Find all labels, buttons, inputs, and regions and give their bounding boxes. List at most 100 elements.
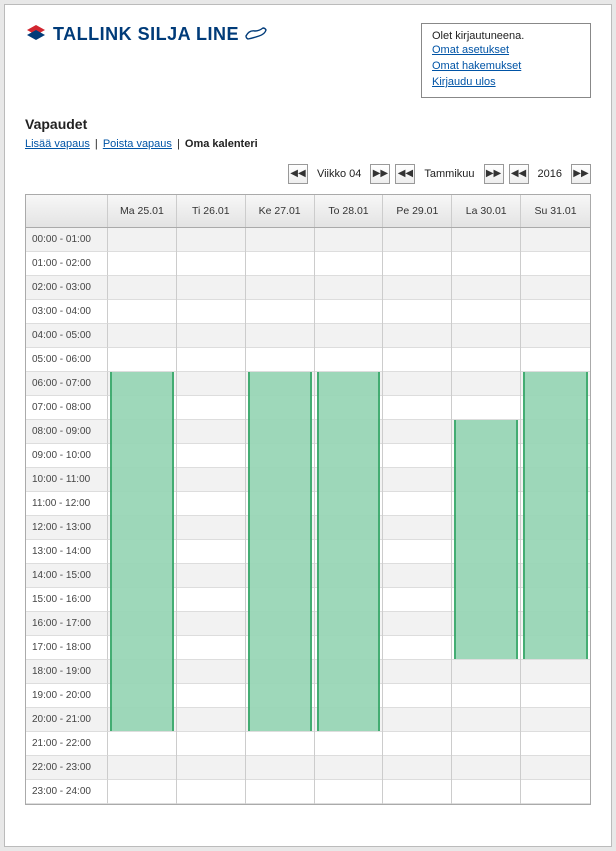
calendar-cell[interactable]: [108, 228, 176, 252]
calendar-cell[interactable]: [246, 732, 314, 756]
calendar-cell[interactable]: [177, 684, 245, 708]
calendar-cell[interactable]: [246, 300, 314, 324]
calendar-cell[interactable]: [177, 780, 245, 804]
calendar-cell[interactable]: [246, 780, 314, 804]
calendar-cell[interactable]: [452, 684, 520, 708]
calendar-cell[interactable]: [177, 636, 245, 660]
calendar-cell[interactable]: [452, 348, 520, 372]
calendar-cell[interactable]: [521, 324, 590, 348]
calendar-cell[interactable]: [177, 708, 245, 732]
calendar-cell[interactable]: [108, 276, 176, 300]
calendar-cell[interactable]: [521, 276, 590, 300]
calendar-cell[interactable]: [315, 252, 383, 276]
calendar-cell[interactable]: [177, 540, 245, 564]
calendar-cell[interactable]: [383, 732, 451, 756]
calendar-cell[interactable]: [383, 396, 451, 420]
calendar-cell[interactable]: [177, 420, 245, 444]
link-logout[interactable]: Kirjaudu ulos: [432, 75, 580, 91]
calendar-cell[interactable]: [452, 252, 520, 276]
calendar-cell[interactable]: [177, 324, 245, 348]
calendar-cell[interactable]: [521, 780, 590, 804]
calendar-cell[interactable]: [521, 228, 590, 252]
calendar-cell[interactable]: [177, 444, 245, 468]
calendar-cell[interactable]: [452, 372, 520, 396]
calendar-cell[interactable]: [177, 372, 245, 396]
calendar-cell[interactable]: [383, 588, 451, 612]
link-remove-vacancy[interactable]: Poista vapaus: [103, 138, 172, 150]
calendar-cell[interactable]: [383, 228, 451, 252]
calendar-cell[interactable]: [521, 732, 590, 756]
calendar-cell[interactable]: [383, 684, 451, 708]
calendar-cell[interactable]: [315, 348, 383, 372]
calendar-cell[interactable]: [383, 420, 451, 444]
calendar-cell[interactable]: [108, 252, 176, 276]
calendar-cell[interactable]: [383, 660, 451, 684]
week-next-button[interactable]: ▶▶: [370, 164, 390, 184]
calendar-cell[interactable]: [383, 468, 451, 492]
calendar-cell[interactable]: [383, 276, 451, 300]
calendar-cell[interactable]: [108, 780, 176, 804]
calendar-cell[interactable]: [521, 756, 590, 780]
calendar-cell[interactable]: [521, 252, 590, 276]
calendar-cell[interactable]: [246, 324, 314, 348]
calendar-cell[interactable]: [521, 348, 590, 372]
calendar-cell[interactable]: [383, 300, 451, 324]
calendar-cell[interactable]: [177, 468, 245, 492]
calendar-cell[interactable]: [177, 564, 245, 588]
calendar-cell[interactable]: [383, 756, 451, 780]
calendar-cell[interactable]: [452, 300, 520, 324]
calendar-cell[interactable]: [315, 732, 383, 756]
calendar-cell[interactable]: [383, 612, 451, 636]
calendar-cell[interactable]: [452, 732, 520, 756]
calendar-cell[interactable]: [383, 252, 451, 276]
calendar-cell[interactable]: [315, 300, 383, 324]
calendar-cell[interactable]: [383, 564, 451, 588]
calendar-cell[interactable]: [383, 324, 451, 348]
calendar-cell[interactable]: [452, 396, 520, 420]
calendar-cell[interactable]: [246, 756, 314, 780]
calendar-cell[interactable]: [177, 348, 245, 372]
calendar-event[interactable]: [248, 372, 312, 731]
month-prev-button[interactable]: ◀◀: [395, 164, 415, 184]
calendar-cell[interactable]: [177, 396, 245, 420]
calendar-cell[interactable]: [246, 228, 314, 252]
calendar-cell[interactable]: [452, 780, 520, 804]
calendar-cell[interactable]: [521, 684, 590, 708]
calendar-cell[interactable]: [383, 372, 451, 396]
calendar-event[interactable]: [454, 420, 518, 659]
calendar-cell[interactable]: [383, 348, 451, 372]
calendar-cell[interactable]: [246, 348, 314, 372]
calendar-cell[interactable]: [108, 324, 176, 348]
calendar-cell[interactable]: [315, 324, 383, 348]
calendar-cell[interactable]: [108, 348, 176, 372]
calendar-cell[interactable]: [108, 732, 176, 756]
calendar-cell[interactable]: [315, 780, 383, 804]
calendar-cell[interactable]: [315, 228, 383, 252]
calendar-cell[interactable]: [177, 732, 245, 756]
calendar-cell[interactable]: [521, 300, 590, 324]
calendar-cell[interactable]: [177, 588, 245, 612]
link-settings[interactable]: Omat asetukset: [432, 43, 580, 59]
calendar-cell[interactable]: [452, 324, 520, 348]
calendar-cell[interactable]: [246, 252, 314, 276]
calendar-event[interactable]: [317, 372, 381, 731]
year-prev-button[interactable]: ◀◀: [509, 164, 529, 184]
calendar-cell[interactable]: [246, 276, 314, 300]
calendar-cell[interactable]: [452, 756, 520, 780]
calendar-cell[interactable]: [383, 780, 451, 804]
calendar-cell[interactable]: [452, 660, 520, 684]
calendar-cell[interactable]: [177, 252, 245, 276]
calendar-cell[interactable]: [383, 492, 451, 516]
calendar-cell[interactable]: [452, 708, 520, 732]
calendar-cell[interactable]: [452, 276, 520, 300]
calendar-cell[interactable]: [383, 444, 451, 468]
calendar-cell[interactable]: [108, 756, 176, 780]
calendar-cell[interactable]: [521, 660, 590, 684]
calendar-cell[interactable]: [108, 300, 176, 324]
calendar-event[interactable]: [523, 372, 588, 659]
month-next-button[interactable]: ▶▶: [484, 164, 504, 184]
link-add-vacancy[interactable]: Lisää vapaus: [25, 138, 90, 150]
calendar-cell[interactable]: [177, 756, 245, 780]
week-prev-button[interactable]: ◀◀: [288, 164, 308, 184]
calendar-cell[interactable]: [177, 516, 245, 540]
